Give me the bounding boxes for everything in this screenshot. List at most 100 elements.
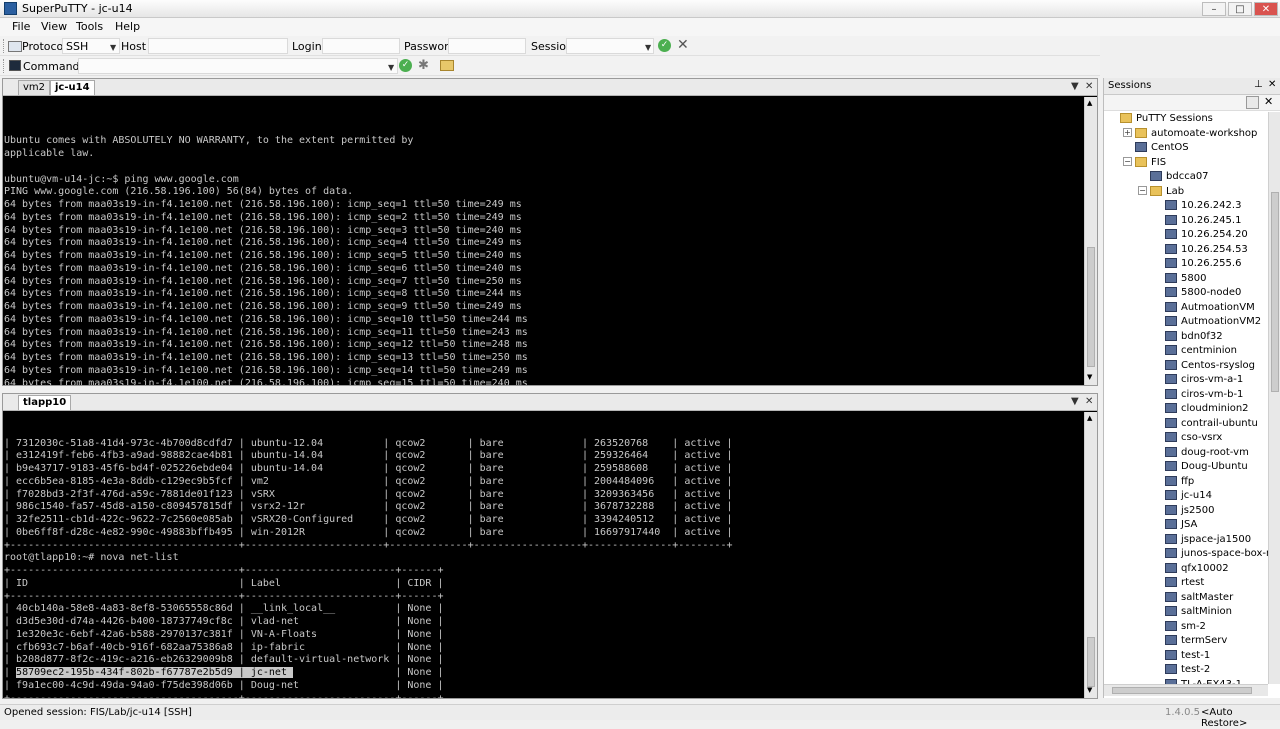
expand-icon[interactable]: +	[1123, 128, 1132, 137]
session-tree-item[interactable]: termServ	[1104, 634, 1268, 649]
session-label: contrail-ubuntu	[1181, 417, 1258, 429]
terminal-output-bottom[interactable]: | 7312030c-51a8-41d4-973c-4b700d8cdfd7 |…	[4, 412, 1082, 698]
session-tree-item[interactable]: − Lab	[1104, 185, 1268, 200]
session-tree-item[interactable]: JSA	[1104, 518, 1268, 533]
sessions-hscrollbar[interactable]	[1104, 684, 1268, 696]
auto-restore-text[interactable]: <Auto Restore>	[1201, 707, 1280, 729]
tab-jc-u14[interactable]: jc-u14	[50, 80, 95, 95]
session-tree-item[interactable]: jc-u14	[1104, 489, 1268, 504]
session-tree-item[interactable]: ciros-vm-b-1	[1104, 388, 1268, 403]
session-tree-item[interactable]: bdn0f32	[1104, 330, 1268, 345]
toolbar-grip[interactable]	[3, 39, 5, 53]
session-label: cloudminion2	[1181, 403, 1249, 414]
session-tree-item[interactable]: AutmoationVM	[1104, 301, 1268, 316]
session-tree-item[interactable]: junos-space-box-mgm	[1104, 547, 1268, 562]
close-tab-icon[interactable]: ✕	[1085, 396, 1093, 407]
send-command-icon[interactable]: ✓	[399, 59, 412, 72]
session-tree-item[interactable]: doug-root-vm	[1104, 446, 1268, 461]
session-tree-item[interactable]: rtest	[1104, 576, 1268, 591]
terminal-line: | 0be6ff8f-d28c-4e82-990c-49883bffb495 |…	[4, 526, 733, 538]
scroll-down-icon[interactable]: ▼	[1087, 686, 1092, 694]
password-input[interactable]	[448, 38, 526, 54]
session-tree-item[interactable]: 10.26.245.1	[1104, 214, 1268, 229]
session-select[interactable]: ▼	[566, 38, 654, 54]
tab-tlapp10[interactable]: tlapp10	[18, 395, 72, 410]
session-tree-item[interactable]: test-1	[1104, 649, 1268, 664]
settings-gear-icon[interactable]: ✱	[418, 58, 429, 73]
protocol-select[interactable]: SSH ▼	[62, 38, 120, 54]
session-tree-item[interactable]: saltMaster	[1104, 591, 1268, 606]
session-tree-item[interactable]: jspace-ja1500	[1104, 533, 1268, 548]
close-panel-icon[interactable]: ✕	[1268, 79, 1276, 90]
maximize-button[interactable]: □	[1228, 2, 1252, 16]
hscroll-thumb[interactable]	[1112, 687, 1252, 694]
session-tree-item[interactable]: 10.26.254.53	[1104, 243, 1268, 258]
menu-help[interactable]: Help	[115, 20, 140, 33]
terminal-line: 64 bytes from maa03s19-in-f4.1e100.net (…	[4, 275, 522, 287]
clear-filter-icon[interactable]: ✕	[1264, 95, 1273, 108]
sessions-header: Sessions ⊥ ✕	[1104, 78, 1280, 95]
session-tree-item[interactable]: ciros-vm-a-1	[1104, 373, 1268, 388]
menu-file[interactable]: File	[12, 20, 30, 33]
session-tree-item[interactable]: 10.26.254.20	[1104, 228, 1268, 243]
close-tab-icon[interactable]: ✕	[1085, 81, 1093, 92]
session-tree-item[interactable]: PuTTY Sessions	[1104, 112, 1268, 127]
host-input[interactable]	[148, 38, 288, 54]
session-label: 10.26.254.20	[1181, 229, 1248, 240]
session-tree-item[interactable]: Centos-rsyslog	[1104, 359, 1268, 374]
toolbar-grip[interactable]	[3, 59, 5, 73]
session-tree-item[interactable]: js2500	[1104, 504, 1268, 519]
session-tree-item[interactable]: 5800-node0	[1104, 286, 1268, 301]
session-tree-item[interactable]: cloudminion2	[1104, 402, 1268, 417]
connect-icon[interactable]: ✓	[658, 39, 671, 52]
collapse-icon[interactable]: −	[1138, 186, 1147, 195]
session-tree-item[interactable]: test-2	[1104, 663, 1268, 678]
session-label: termServ	[1181, 635, 1228, 646]
scrollbar-top[interactable]: ▲ ▼	[1084, 97, 1097, 385]
session-tree-item[interactable]: contrail-ubuntu	[1104, 417, 1268, 432]
sessions-scrollbar[interactable]	[1268, 112, 1280, 684]
scrollbar-thumb[interactable]	[1087, 247, 1095, 367]
scrollbar-bottom[interactable]: ▲ ▼	[1084, 412, 1097, 698]
session-tree-item[interactable]: 5800	[1104, 272, 1268, 287]
chevron-down-icon: ▼	[645, 43, 652, 52]
tab-vm2[interactable]: vm2	[18, 80, 51, 95]
session-tree-item[interactable]: qfx10002	[1104, 562, 1268, 577]
collapse-icon[interactable]: −	[1123, 157, 1132, 166]
session-tree-item[interactable]: + automoate-workshop	[1104, 127, 1268, 142]
scroll-down-icon[interactable]: ▼	[1087, 373, 1092, 381]
session-tree-item[interactable]: CentOS	[1104, 141, 1268, 156]
pin-icon[interactable]: ⊥	[1254, 79, 1263, 90]
session-tree-item[interactable]: − FIS	[1104, 156, 1268, 171]
scroll-up-icon[interactable]: ▲	[1087, 99, 1092, 107]
session-icon	[1165, 649, 1177, 660]
close-window-button[interactable]: ✕	[1254, 2, 1278, 16]
session-tree-item[interactable]: 10.26.242.3	[1104, 199, 1268, 214]
session-tree-item[interactable]: AutmoationVM2	[1104, 315, 1268, 330]
session-tree-item[interactable]: Doug-Ubuntu	[1104, 460, 1268, 475]
session-tree-item[interactable]: centminion	[1104, 344, 1268, 359]
session-tree-item[interactable]: saltMinion	[1104, 605, 1268, 620]
terminal-line: 64 bytes from maa03s19-in-f4.1e100.net (…	[4, 262, 522, 274]
commands-input[interactable]: ▼	[78, 58, 398, 74]
scrollbar-thumb[interactable]	[1087, 637, 1095, 687]
session-icon	[1165, 229, 1177, 239]
chevron-down-icon[interactable]: ▼	[1071, 396, 1079, 407]
session-tree-item[interactable]: ffp	[1104, 475, 1268, 490]
selected-text: 58709ec2-195b-434f-802b-f67787e2b5d9 | j…	[16, 667, 293, 678]
menu-tools[interactable]: Tools	[76, 20, 103, 33]
session-tree-item[interactable]: sm-2	[1104, 620, 1268, 635]
session-tree-item[interactable]: bdcca07	[1104, 170, 1268, 185]
grid-icon[interactable]	[1246, 96, 1259, 109]
clear-icon[interactable]: ✕	[677, 37, 689, 53]
chevron-down-icon[interactable]: ▼	[1071, 81, 1079, 92]
minimize-button[interactable]: –	[1202, 2, 1226, 16]
scroll-up-icon[interactable]: ▲	[1087, 414, 1092, 422]
session-tree-item[interactable]: 10.26.255.6	[1104, 257, 1268, 272]
session-tree-item[interactable]: cso-vsrx	[1104, 431, 1268, 446]
menu-view[interactable]: View	[41, 20, 67, 33]
login-input[interactable]	[322, 38, 400, 54]
terminal-output-top[interactable]: Ubuntu comes with ABSOLUTELY NO WARRANTY…	[4, 97, 1082, 385]
scrollbar-thumb[interactable]	[1271, 192, 1279, 392]
folder-icon[interactable]	[440, 60, 454, 71]
